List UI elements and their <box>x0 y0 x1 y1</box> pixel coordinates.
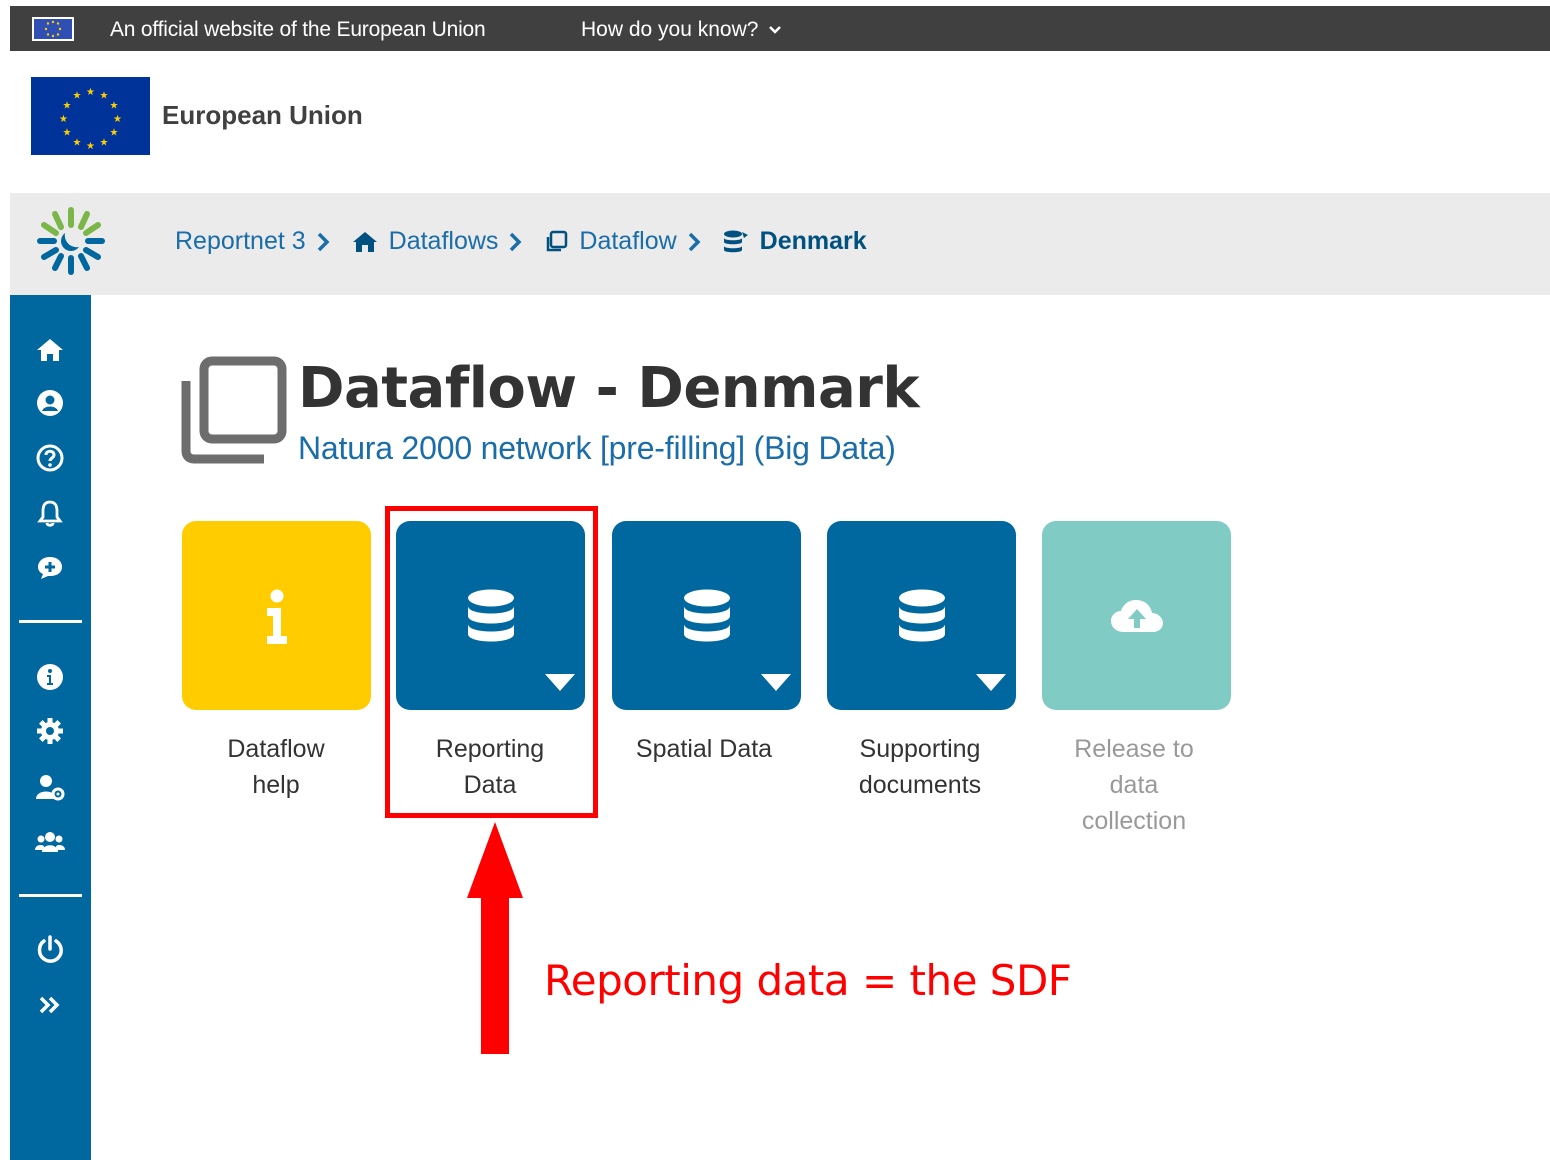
breadcrumb: Reportnet 3 Dataflows Dataflow Denmark <box>175 227 867 256</box>
tile-label-line: help <box>252 771 300 799</box>
breadcrumb-label: Denmark <box>759 227 867 255</box>
database-icon <box>683 589 730 641</box>
release-to-data-collection-label: Release to data collection <box>1034 731 1234 839</box>
svg-text:★: ★ <box>73 91 82 102</box>
svg-text:★: ★ <box>110 128 119 139</box>
tile-label-line: Supporting <box>859 735 981 763</box>
user-icon[interactable] <box>30 383 70 423</box>
expand-icon[interactable] <box>30 985 70 1025</box>
tile-label-line: data <box>1109 771 1159 799</box>
svg-text:★: ★ <box>86 87 95 98</box>
dataflow-help-tile[interactable] <box>182 521 371 710</box>
eea-logo-icon[interactable] <box>35 205 107 277</box>
breadcrumb-label: Dataflows <box>388 227 499 255</box>
chevron-right-icon <box>688 232 701 251</box>
sidebar-divider <box>19 894 82 897</box>
svg-text:★: ★ <box>59 114 68 125</box>
database-icon <box>723 230 748 252</box>
eu-header-title: European Union <box>162 100 363 130</box>
annotation-arrow-icon <box>467 822 523 1054</box>
tile-label-line: collection <box>1081 807 1187 835</box>
page-title: Dataflow - Denmark <box>298 356 920 421</box>
svg-text:★: ★ <box>110 101 119 112</box>
caret-down-icon[interactable] <box>976 674 1006 692</box>
supporting-documents-tile[interactable] <box>827 521 1016 710</box>
help-icon[interactable] <box>30 438 70 478</box>
user-settings-icon[interactable] <box>30 767 70 807</box>
feedback-icon[interactable] <box>30 548 70 588</box>
supporting-documents-label: Supporting documents <box>820 731 1020 803</box>
spatial-data-label: Spatial Data <box>604 731 804 767</box>
page-subtitle: Natura 2000 network [pre-filling] (Big D… <box>298 430 896 466</box>
dataflow-help-label: Dataflow help <box>176 731 376 803</box>
info-icon <box>266 589 287 644</box>
breadcrumb-label: Reportnet 3 <box>175 227 306 255</box>
how-do-you-know-toggle[interactable]: How do you know? <box>581 18 782 42</box>
tile-label-line: documents <box>858 771 982 799</box>
how-do-you-know-label: How do you know? <box>581 18 759 41</box>
bell-icon[interactable] <box>30 493 70 533</box>
tile-label-line: Release to <box>1074 735 1194 763</box>
chevron-down-icon <box>769 26 782 34</box>
tile-label-line: Dataflow <box>227 735 325 763</box>
eu-stars-icon: ★ ★★★ ★★★★ ★★★★ <box>59 87 122 152</box>
spatial-data-tile[interactable] <box>612 521 801 710</box>
chevron-right-icon <box>510 232 522 251</box>
users-icon[interactable] <box>30 822 70 862</box>
eu-flag-icon <box>32 17 74 41</box>
annotation-text: Reporting data = the SDF <box>544 956 1072 1005</box>
breadcrumb-denmark: Denmark <box>722 227 867 256</box>
tile-label-line: Spatial Data <box>635 735 773 763</box>
power-icon[interactable] <box>30 929 70 969</box>
svg-text:★: ★ <box>73 138 82 149</box>
eu-official-banner: An official website of the European Unio… <box>10 6 1550 51</box>
breadcrumb-reportnet[interactable]: Reportnet 3 <box>175 227 306 256</box>
eu-logo[interactable]: ★ ★ ★ ★ ★ ★ ★ ★ ★ ★ ★ ★ <box>31 77 150 155</box>
annotation-highlight-box <box>385 506 598 818</box>
svg-text:★: ★ <box>100 91 109 102</box>
release-to-data-collection-tile <box>1042 521 1231 710</box>
home-icon[interactable] <box>30 330 70 370</box>
cloud-upload-icon <box>1110 599 1163 632</box>
left-sidebar <box>10 295 91 1160</box>
official-website-text: An official website of the European Unio… <box>110 18 486 41</box>
info-icon[interactable] <box>30 657 70 697</box>
settings-icon[interactable] <box>30 711 70 751</box>
home-icon <box>352 231 377 252</box>
dataflow-clone-icon <box>180 355 288 465</box>
svg-text:★: ★ <box>63 101 72 112</box>
breadcrumb-dataflow[interactable]: Dataflow <box>543 227 677 256</box>
svg-text:★: ★ <box>86 141 95 152</box>
database-icon <box>898 589 945 641</box>
svg-text:★: ★ <box>100 138 109 149</box>
breadcrumb-dataflows[interactable]: Dataflows <box>351 227 499 256</box>
svg-text:★: ★ <box>113 114 122 125</box>
breadcrumb-bar: Reportnet 3 Dataflows Dataflow Denmark <box>10 193 1550 295</box>
breadcrumb-label: Dataflow <box>579 227 677 255</box>
clone-icon <box>547 230 568 251</box>
chevron-right-icon <box>317 232 330 251</box>
svg-text:★: ★ <box>63 128 72 139</box>
caret-down-icon[interactable] <box>761 674 791 692</box>
sidebar-divider <box>19 620 82 623</box>
